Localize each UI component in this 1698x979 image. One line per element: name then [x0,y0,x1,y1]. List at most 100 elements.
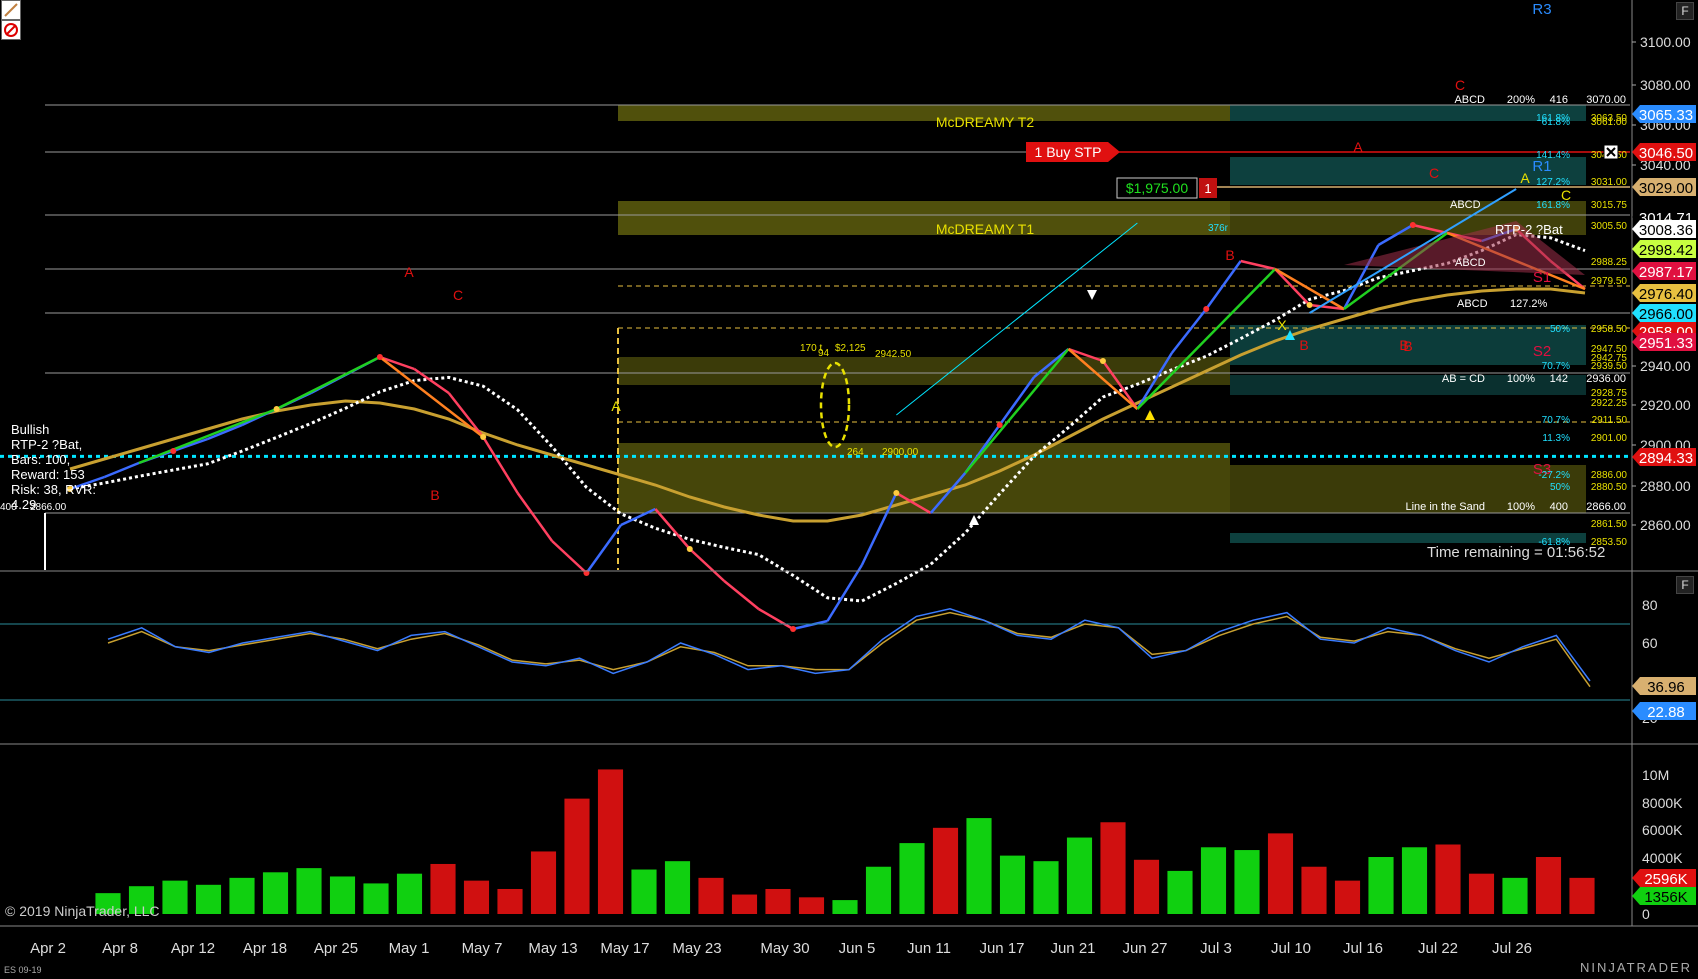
fib-pct: 141.4% [1536,150,1570,161]
volume-bar [865,866,892,914]
pattern-point-label: B [430,487,439,503]
volume-tick-label: 6000K [1642,822,1683,838]
price-tick-label: 2860.00 [1640,517,1691,533]
volume-bar [1033,861,1059,914]
price-segment [172,437,209,453]
abcd-pct: 100% [1507,501,1535,513]
abcd-target: 2936.00 [1586,373,1626,385]
volume-tick-label: 4000K [1642,850,1683,866]
fib-value: 2958.50 [1591,324,1628,335]
abcd-target: 2866.00 [1586,501,1626,513]
chart-canvas: 3100.003080.003060.003040.002940.002920.… [0,0,1698,957]
annotation-label: 94 [818,348,830,359]
draw-tool-icon[interactable] [1,0,21,20]
fib-pct: 50% [1550,324,1570,335]
rsi-panel-menu-button[interactable]: F [1676,576,1694,594]
volume-bar [530,851,557,914]
price-tag-label: 2596K [1644,871,1687,888]
price-segment [792,619,828,631]
abcd-len: 142 [1550,373,1568,385]
price-segment [758,607,794,631]
rsi-line [107,608,1591,682]
volume-bar [1267,833,1294,914]
time-remaining: Time remaining = 01:56:52 [1427,544,1606,561]
zone-label-t2: McDREAMY T2 [936,114,1034,130]
x-tick-label: May 1 [389,940,430,957]
x-tick-label: Jul 10 [1271,940,1311,957]
price-tag-label: 2976.40 [1639,286,1693,303]
panel-menu-button[interactable]: F [1676,2,1694,20]
volume-bar [765,888,791,914]
volume-bar [329,876,356,914]
fib-value: 2880.50 [1591,482,1628,493]
x-tick-label: Jul 3 [1200,940,1232,957]
fib-value: 2901.00 [1591,433,1628,444]
x-tick-label: Apr 8 [102,940,138,957]
swing-dot [480,434,487,440]
pattern-point-label: A [404,264,414,280]
pnl-qty: 1 [1204,181,1211,196]
price-tick-label: 2920.00 [1640,397,1691,413]
buy-stop-label: 1 Buy STP [1035,144,1102,160]
volume-bar [430,863,456,914]
annotation-label: 2942.50 [875,349,912,360]
pivot-label: S2 [1533,343,1551,360]
swing-dot [686,546,693,552]
price-segment [654,508,691,550]
volume-bar [932,827,959,914]
swing-dot [273,406,280,412]
x-tick-label: Jul 16 [1343,940,1383,957]
remove-drawings-icon[interactable] [1,20,21,40]
annotation-label: 400 [0,502,17,513]
pivot-label: S1 [1533,269,1551,286]
x-tick-label: Jun 17 [979,940,1024,957]
rtp-tag: RTP-2 ?Bat [1495,222,1563,237]
volume-bar [1100,822,1126,914]
volume-tick-label: 8000K [1642,795,1683,811]
price-tick-label: 2940.00 [1640,358,1691,374]
annotation-label: $2,125 [835,343,866,354]
volume-tick-label: 0 [1642,906,1650,922]
fib-pct: 61.8% [1542,117,1570,128]
price-tags: 3065.333046.503029.003014.713008.362998.… [1632,105,1696,906]
price-segment [551,540,588,574]
pattern-point-label: B [1399,337,1408,353]
price-tag-label: 1356K [1644,889,1687,906]
swing-dot [376,354,383,360]
abcd-small-label: 127.2% [1510,298,1548,310]
price-tag-label: 2987.17 [1639,264,1693,281]
x-tick-label: May 17 [600,940,649,957]
pnl-value: $1,975.00 [1126,180,1188,196]
volume-bar [363,883,389,914]
x-tick-label: May 30 [760,940,809,957]
volume-bar [195,884,222,914]
volume-bar [396,873,423,914]
x-tick-label: May 23 [672,940,721,957]
volume-bar [262,872,289,914]
rsi-panel [0,608,1630,701]
swing-dot [1099,358,1106,364]
fib-value: 2861.50 [1591,519,1628,530]
fib-pct: 11.3% [1542,433,1570,444]
swing-dot [1409,222,1416,228]
price-segment [379,355,415,371]
volume-panel [95,769,1595,914]
fib-value: 3061.00 [1591,117,1628,128]
price-tag-label: 36.96 [1647,679,1685,696]
brand-logo: NINJATRADER [1580,960,1693,975]
swing-dot [893,490,900,496]
pattern-point-label: A [1353,139,1363,155]
trend-line [896,222,1138,416]
fib-value: 3015.75 [1591,200,1628,211]
zone-t2-teal [1230,105,1586,121]
volume-bar [832,900,858,914]
x-tick-label: Apr 18 [243,940,287,957]
swing-dot [790,626,797,632]
abcd-len: 416 [1550,94,1568,106]
pattern-info-line: RTP-2 ?Bat, [11,437,82,452]
volume-bar [631,869,657,914]
swing-dot [1203,306,1210,312]
swing-line [138,407,278,465]
price-tag-label: 22.88 [1647,704,1685,721]
price-tick-label: 3080.00 [1640,77,1691,93]
